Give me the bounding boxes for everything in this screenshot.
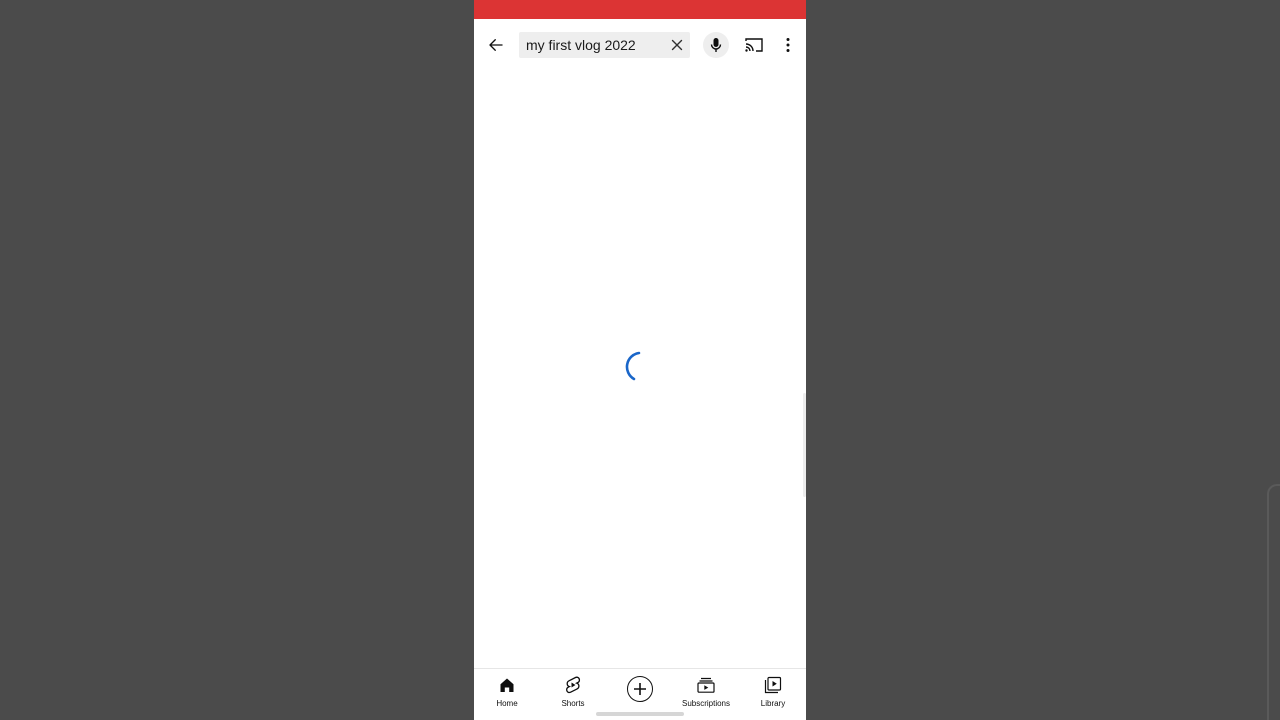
more-options-button[interactable] — [776, 33, 800, 57]
search-input[interactable] — [519, 32, 659, 58]
nav-shorts[interactable]: Shorts — [540, 675, 606, 715]
status-bar — [474, 0, 806, 19]
results-area — [474, 71, 806, 668]
search-box — [519, 32, 690, 58]
home-icon — [500, 678, 514, 692]
phone-screen: Home Shorts — [474, 0, 806, 720]
screen-background: Home Shorts — [0, 0, 1280, 720]
close-icon — [671, 39, 683, 51]
create-button[interactable] — [607, 673, 673, 713]
loading-spinner-icon — [625, 351, 641, 381]
back-button[interactable] — [484, 33, 508, 57]
nav-library[interactable]: Library — [740, 675, 806, 715]
nav-shorts-label: Shorts — [561, 699, 585, 708]
nav-home-label: Home — [496, 699, 518, 708]
clear-search-button[interactable] — [668, 36, 686, 54]
voice-search-button[interactable] — [703, 32, 729, 58]
edge-decoration — [1267, 484, 1280, 720]
create-plus-icon — [627, 676, 653, 702]
subscriptions-icon — [697, 677, 715, 693]
shorts-icon — [566, 676, 581, 694]
cast-icon — [745, 38, 763, 52]
nav-library-label: Library — [760, 699, 786, 708]
scrollbar[interactable] — [803, 393, 806, 497]
nav-subscriptions[interactable]: Subscriptions — [673, 675, 739, 715]
nav-home[interactable]: Home — [474, 675, 540, 715]
search-header — [474, 19, 806, 71]
library-icon — [764, 676, 782, 694]
nav-subscriptions-label: Subscriptions — [681, 699, 731, 708]
cast-button[interactable] — [742, 33, 766, 57]
microphone-icon — [710, 38, 722, 52]
more-vertical-icon — [786, 38, 790, 52]
home-gesture-bar[interactable] — [596, 712, 684, 716]
arrow-left-icon — [489, 39, 503, 51]
